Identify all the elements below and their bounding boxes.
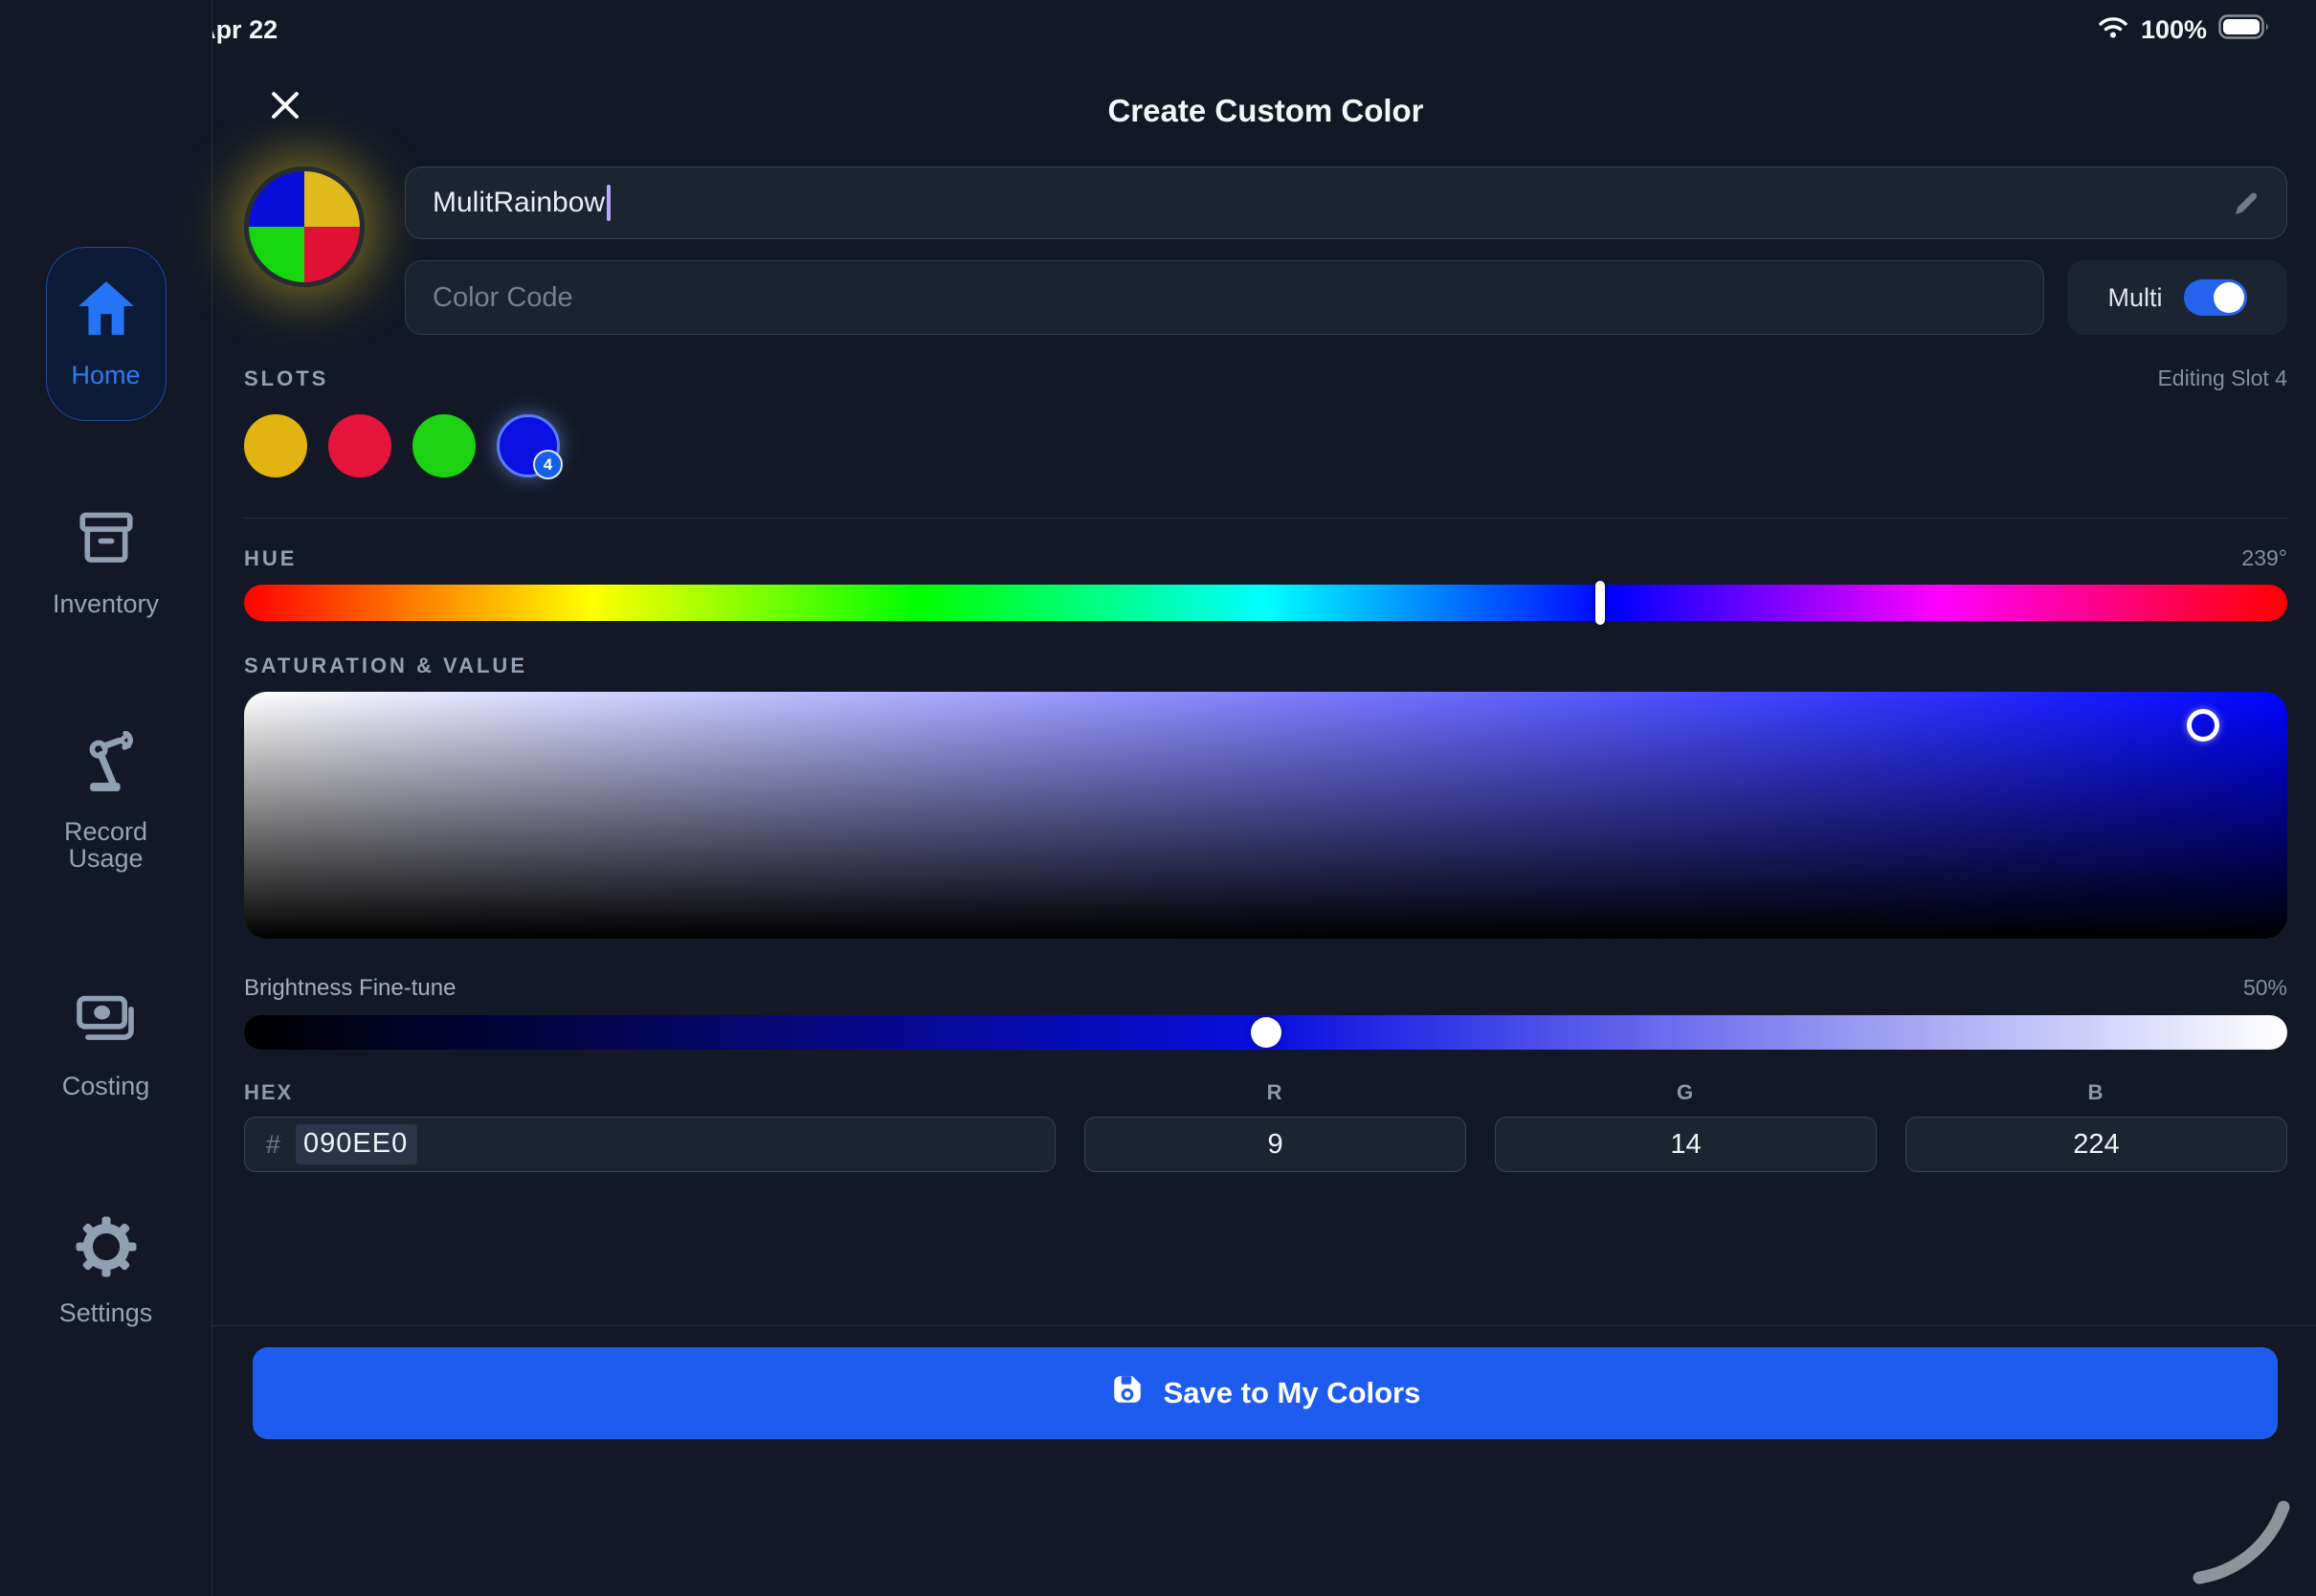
multi-color-preview <box>244 166 365 287</box>
footer-divider <box>212 1325 2316 1326</box>
corner-arc-icon <box>2188 1494 2301 1590</box>
create-custom-color-sheet: Create Custom Color MulitRainbow <box>212 50 2316 1172</box>
slot-4[interactable]: 4 <box>497 414 560 477</box>
slot-3[interactable] <box>412 414 476 477</box>
wifi-icon <box>2097 14 2129 46</box>
save-button-label: Save to My Colors <box>1164 1376 1421 1410</box>
b-value: 224 <box>2073 1129 2119 1161</box>
saturation-value-panel[interactable] <box>244 692 2287 939</box>
hex-prefix: # <box>266 1130 280 1160</box>
hue-slider[interactable] <box>244 585 2287 621</box>
multi-toggle-switch[interactable] <box>2184 279 2247 316</box>
sidebar-item-record-usage[interactable]: Record Usage <box>44 731 168 873</box>
slots-label: SLOTS <box>244 366 328 391</box>
g-value: 14 <box>1670 1129 1701 1161</box>
color-code-input[interactable] <box>405 260 2044 335</box>
section-divider <box>244 518 2287 519</box>
sidebar-item-label: Home <box>71 362 140 389</box>
sidebar-item-inventory[interactable]: Inventory <box>53 503 159 618</box>
sidebar-item-label: Inventory <box>53 590 159 618</box>
g-label: G <box>1495 1080 1877 1105</box>
app-root: 21:21 Wed Apr 22 100% <box>0 0 2316 1596</box>
page-title: Create Custom Color <box>244 93 2287 129</box>
color-preview-column <box>244 166 405 335</box>
hue-slider-thumb[interactable] <box>1595 581 1605 625</box>
brightness-label: Brightness Fine-tune <box>244 975 456 1002</box>
color-name-value: MulitRainbow <box>433 187 605 219</box>
sidebar-item-settings[interactable]: Settings <box>59 1212 153 1327</box>
brightness-value: 50% <box>2243 975 2287 1001</box>
slots-row: 4 <box>244 409 2287 483</box>
pencil-icon <box>2231 188 2261 224</box>
multi-toggle-group: Multi <box>2067 260 2287 335</box>
sidebar-item-home[interactable]: Home <box>46 247 167 421</box>
toggle-knob <box>2214 282 2244 313</box>
saturation-value-indicator[interactable] <box>2187 709 2219 742</box>
sheet-header: Create Custom Color <box>244 80 2287 142</box>
robot-arm-icon <box>72 731 141 805</box>
brightness-slider[interactable] <box>244 1015 2287 1050</box>
color-name-input[interactable]: MulitRainbow <box>405 166 2287 239</box>
sidebar-item-costing[interactable]: Costing <box>62 986 150 1100</box>
status-bar: 21:21 Wed Apr 22 100% <box>0 0 2316 50</box>
battery-icon <box>2218 14 2272 46</box>
save-to-my-colors-button[interactable]: Save to My Colors <box>253 1347 2278 1439</box>
hex-input[interactable]: # 090EE0 <box>244 1117 1056 1172</box>
hex-label: HEX <box>244 1080 1056 1105</box>
battery-percent: 100% <box>2141 15 2207 45</box>
g-input[interactable]: 14 <box>1495 1117 1877 1172</box>
slot-2[interactable] <box>328 414 391 477</box>
editing-slot-label: Editing Slot 4 <box>2157 366 2287 391</box>
r-label: R <box>1084 1080 1466 1105</box>
hue-value: 239° <box>2241 545 2287 571</box>
sidebar-item-label: Settings <box>59 1299 153 1327</box>
sidebar: Home Inventory <box>0 0 212 1596</box>
banknote-icon <box>71 986 140 1059</box>
text-caret <box>607 185 611 221</box>
r-value: 9 <box>1267 1129 1282 1161</box>
footer: Save to My Colors <box>212 1325 2316 1439</box>
archive-box-icon <box>72 503 141 577</box>
hue-label: HUE <box>244 546 297 571</box>
slot-1[interactable] <box>244 414 307 477</box>
b-input[interactable]: 224 <box>1905 1117 2287 1172</box>
slot-badge: 4 <box>533 450 563 479</box>
home-icon <box>75 278 138 343</box>
b-label: B <box>1905 1080 2287 1105</box>
r-input[interactable]: 9 <box>1084 1117 1466 1172</box>
save-floppy-icon <box>1110 1372 1145 1414</box>
multi-toggle-label: Multi <box>2107 283 2162 313</box>
gear-icon <box>72 1212 141 1286</box>
saturation-value-label: SATURATION & VALUE <box>244 654 527 678</box>
sidebar-item-label: Record Usage <box>44 818 168 873</box>
brightness-slider-thumb[interactable] <box>1251 1017 1281 1048</box>
hex-value: 090EE0 <box>296 1124 417 1164</box>
sidebar-item-label: Costing <box>62 1073 150 1100</box>
